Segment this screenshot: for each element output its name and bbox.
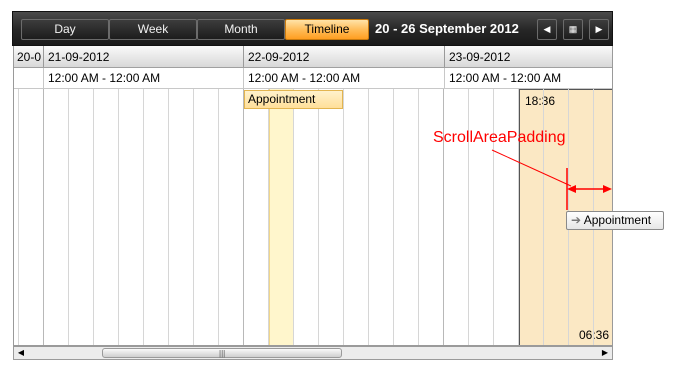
arrow-right-icon: ➔: [571, 213, 582, 227]
scroll-left-arrow-icon[interactable]: ◀: [15, 347, 27, 359]
horizontal-scrollbar[interactable]: ◀ ||| ▶: [13, 346, 613, 360]
arrowhead-left: [567, 185, 576, 193]
annotation-arrows: [491, 149, 612, 210]
dragged-appointment-label: Appointment: [583, 213, 652, 227]
scroll-right-arrow-icon[interactable]: ▶: [599, 347, 611, 359]
scrollbar-thumb[interactable]: |||: [102, 348, 342, 358]
pointer-line: [491, 149, 572, 187]
dragged-appointment[interactable]: ➔ Appointment: [566, 211, 664, 230]
arrowhead-right: [603, 185, 612, 193]
grip-icon: |||: [219, 349, 226, 358]
